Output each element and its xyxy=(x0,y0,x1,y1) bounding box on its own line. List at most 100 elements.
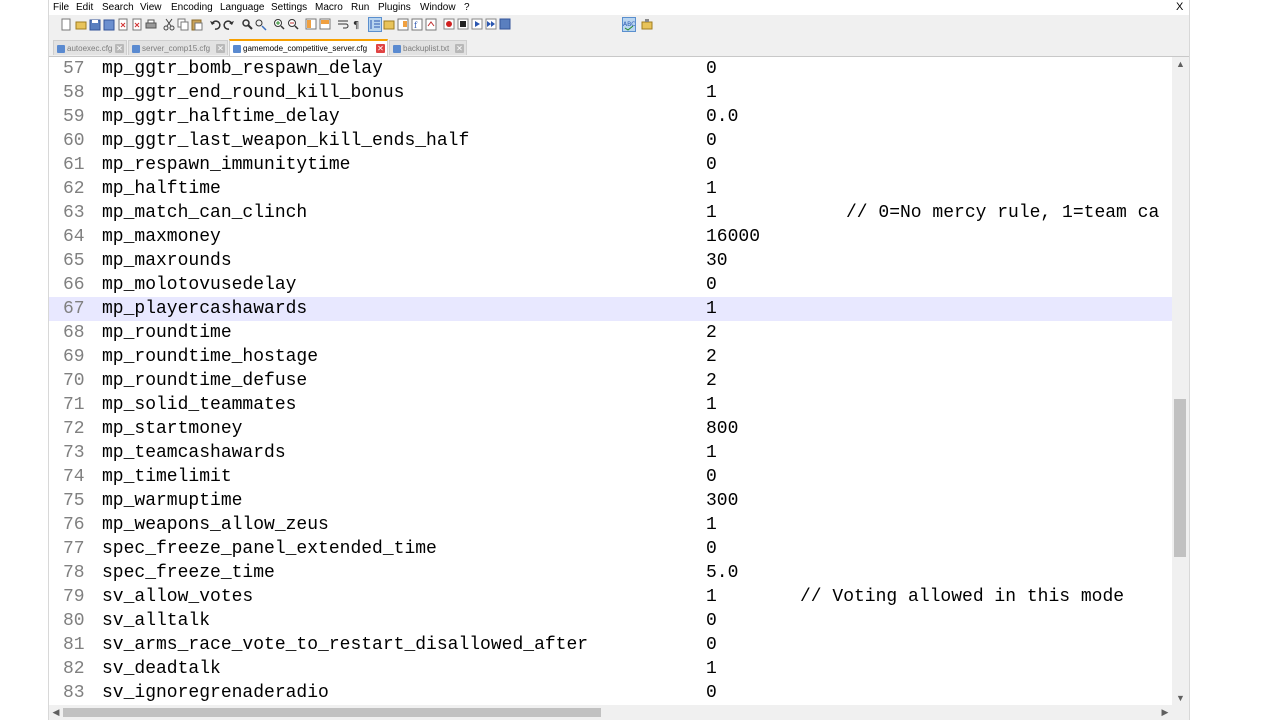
config-value: 1 xyxy=(706,659,717,679)
save-icon[interactable] xyxy=(89,18,101,31)
editor-line[interactable]: 62 mp_halftime 1 xyxy=(49,177,1172,201)
editor-line[interactable]: 67 mp_playercashawards 1 xyxy=(49,297,1172,321)
config-key: mp_solid_teammates xyxy=(102,395,297,415)
config-value: 0 xyxy=(706,155,717,175)
config-key: mp_ggtr_last_weapon_kill_ends_half xyxy=(102,131,470,151)
tab-close-icon[interactable]: ✕ xyxy=(455,44,464,53)
folder-as-workspace-icon[interactable] xyxy=(383,18,395,31)
editor-line[interactable]: 82 sv_deadtalk 1 xyxy=(49,657,1172,681)
zoom-out-icon[interactable] xyxy=(287,18,299,31)
play-macro-icon[interactable] xyxy=(471,18,483,31)
scroll-down-icon[interactable]: ▼ xyxy=(1172,691,1189,705)
scroll-up-icon[interactable]: ▲ xyxy=(1172,57,1189,71)
zoom-in-icon[interactable] xyxy=(273,18,285,31)
editor-line[interactable]: 76 mp_weapons_allow_zeus 1 xyxy=(49,513,1172,537)
editor-line[interactable]: 64 mp_maxmoney 16000 xyxy=(49,225,1172,249)
editor-line[interactable]: 70 mp_roundtime_defuse 2 xyxy=(49,369,1172,393)
menu-file[interactable]: File xyxy=(53,0,69,15)
print-icon[interactable] xyxy=(145,18,157,31)
menu-run[interactable]: Run xyxy=(351,0,369,15)
new-file-icon[interactable] xyxy=(60,18,72,31)
close-all-icon[interactable] xyxy=(131,18,143,31)
tab-gamemode-competitive-server[interactable]: gamemode_competitive_server.cfg ✕ xyxy=(229,39,388,56)
editor-line[interactable]: 65 mp_maxrounds 30 xyxy=(49,249,1172,273)
monitoring-icon[interactable] xyxy=(425,18,437,31)
stop-recording-icon[interactable] xyxy=(457,18,469,31)
editor-line[interactable]: 75 mp_warmuptime 300 xyxy=(49,489,1172,513)
editor-line[interactable]: 66 mp_molotovusedelay 0 xyxy=(49,273,1172,297)
show-all-chars-icon[interactable]: ¶ xyxy=(351,18,363,31)
sync-horizontal-icon[interactable] xyxy=(319,18,331,31)
save-all-icon[interactable] xyxy=(103,18,115,31)
editor-line[interactable]: 61 mp_respawn_immunitytime 0 xyxy=(49,153,1172,177)
tab-backuplist[interactable]: backuplist.txt ✕ xyxy=(389,40,467,55)
paste-icon[interactable] xyxy=(191,18,203,31)
menu-edit[interactable]: Edit xyxy=(76,0,93,15)
editor-line[interactable]: 77 spec_freeze_panel_extended_time 0 xyxy=(49,537,1172,561)
line-number: 64 xyxy=(63,227,85,247)
indent-guide-icon[interactable] xyxy=(368,17,382,32)
tab-close-icon[interactable]: ✕ xyxy=(376,44,385,53)
menu-language[interactable]: Language xyxy=(220,0,265,15)
editor-line[interactable]: 79 sv_allow_votes 1 // Voting allowed in th… xyxy=(49,585,1172,609)
open-file-icon[interactable] xyxy=(75,18,87,31)
editor-line[interactable]: 73 mp_teamcashawards 1 xyxy=(49,441,1172,465)
line-number: 71 xyxy=(63,395,85,415)
editor-line[interactable]: 58 mp_ggtr_end_round_kill_bonus 1 xyxy=(49,81,1172,105)
editor-line[interactable]: 72 mp_startmoney 800 xyxy=(49,417,1172,441)
tab-close-icon[interactable]: ✕ xyxy=(115,44,124,53)
editor-line[interactable]: 59 mp_ggtr_halftime_delay 0.0 xyxy=(49,105,1172,129)
scroll-right-icon[interactable]: ▶ xyxy=(1158,705,1172,720)
close-icon[interactable] xyxy=(117,18,129,31)
text-editor[interactable]: 57 mp_ggtr_bomb_respawn_delay 0 58 mp_ggtr_e… xyxy=(49,57,1177,705)
menu-settings[interactable]: Settings xyxy=(271,0,307,15)
editor-line[interactable]: 60 mp_ggtr_last_weapon_kill_ends_half 0 xyxy=(49,129,1172,153)
find-icon[interactable] xyxy=(241,18,253,31)
run-macro-multiple-icon[interactable] xyxy=(485,18,497,31)
document-map-icon[interactable] xyxy=(397,18,409,31)
copy-icon[interactable] xyxy=(177,18,189,31)
record-macro-icon[interactable] xyxy=(443,18,455,31)
editor-line[interactable]: 81 sv_arms_race_vote_to_restart_disallowe… xyxy=(49,633,1172,657)
close-window-button[interactable]: X xyxy=(1176,0,1183,15)
editor-line[interactable]: 68 mp_roundtime 2 xyxy=(49,321,1172,345)
plugin-icon[interactable] xyxy=(641,18,653,31)
editor-line[interactable]: 57 mp_ggtr_bomb_respawn_delay 0 xyxy=(49,57,1172,81)
menu-macro[interactable]: Macro xyxy=(315,0,343,15)
editor-line[interactable]: 69 mp_roundtime_hostage 2 xyxy=(49,345,1172,369)
config-key: mp_ggtr_end_round_kill_bonus xyxy=(102,83,405,103)
menu-encoding[interactable]: Encoding xyxy=(171,0,213,15)
editor-line[interactable]: 74 mp_timelimit 0 xyxy=(49,465,1172,489)
line-number: 66 xyxy=(63,275,85,295)
tab-close-icon[interactable]: ✕ xyxy=(216,44,225,53)
redo-icon[interactable] xyxy=(223,18,235,31)
editor-line[interactable]: 83 sv_ignoregrenaderadio 0 xyxy=(49,681,1172,705)
menu-search[interactable]: Search xyxy=(102,0,134,15)
menu-view[interactable]: View xyxy=(140,0,162,15)
editor-line[interactable]: 71 mp_solid_teammates 1 xyxy=(49,393,1172,417)
function-list-icon[interactable]: f xyxy=(411,18,423,31)
editor-line[interactable]: 63 mp_match_can_clinch 1 // 0=No mercy rule… xyxy=(49,201,1172,225)
menu-window[interactable]: Window xyxy=(420,0,456,15)
horizontal-scrollbar[interactable]: ◀ ▶ xyxy=(49,705,1172,720)
word-wrap-icon[interactable] xyxy=(337,18,349,31)
editor-line[interactable]: 78 spec_freeze_time 5.0 xyxy=(49,561,1172,585)
save-macro-icon[interactable] xyxy=(499,18,511,31)
horizontal-scroll-thumb[interactable] xyxy=(63,708,601,717)
menu-plugins[interactable]: Plugins xyxy=(378,0,411,15)
spell-check-icon[interactable]: ABC xyxy=(622,17,636,32)
vertical-scrollbar[interactable]: ▲ ▼ xyxy=(1172,57,1189,705)
cut-icon[interactable] xyxy=(163,18,175,31)
toolbar: ¶ f ABC xyxy=(49,15,1189,37)
replace-icon[interactable] xyxy=(255,18,267,31)
scroll-left-icon[interactable]: ◀ xyxy=(49,705,63,720)
undo-icon[interactable] xyxy=(209,18,221,31)
config-value: 0 xyxy=(706,635,717,655)
config-value: 0.0 xyxy=(706,107,739,127)
tab-autoexec[interactable]: autoexec.cfg ✕ xyxy=(53,40,127,55)
vertical-scroll-thumb[interactable] xyxy=(1174,399,1186,557)
sync-vertical-icon[interactable] xyxy=(305,18,317,31)
editor-line[interactable]: 80 sv_alltalk 0 xyxy=(49,609,1172,633)
menu-help[interactable]: ? xyxy=(464,0,470,15)
tab-server-comp15[interactable]: server_comp15.cfg ✕ xyxy=(128,40,228,55)
